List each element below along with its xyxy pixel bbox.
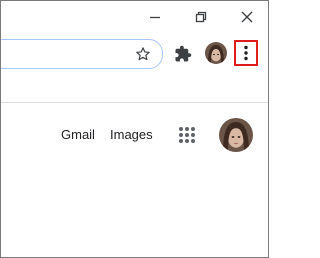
account-avatar (219, 118, 253, 152)
minimize-button[interactable] (140, 5, 170, 29)
images-link[interactable]: Images (110, 127, 153, 143)
close-button[interactable] (232, 5, 262, 29)
gmail-link[interactable]: Gmail (61, 127, 95, 143)
title-bar (1, 1, 268, 33)
restore-button[interactable] (186, 5, 216, 29)
profile-button[interactable] (205, 42, 227, 64)
extensions-button[interactable] (172, 43, 194, 65)
browser-toolbar (1, 33, 268, 73)
restore-icon (195, 11, 207, 23)
close-icon (241, 11, 253, 23)
minimize-icon (150, 16, 160, 19)
puzzle-piece-icon (175, 45, 192, 62)
profile-avatar (205, 42, 227, 64)
star-icon (136, 47, 150, 61)
browser-window: Gmail Images (0, 0, 269, 258)
menu-highlight-box (234, 40, 258, 66)
bookmark-star-button[interactable] (133, 44, 153, 64)
account-button[interactable] (219, 118, 253, 152)
apps-grid-icon[interactable] (177, 125, 197, 145)
toolbar-divider (1, 102, 268, 103)
